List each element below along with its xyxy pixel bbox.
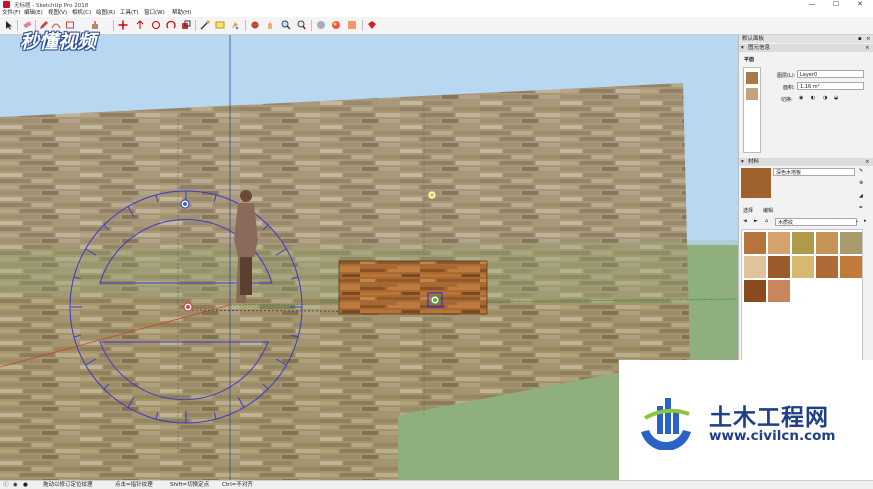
default-material-icon[interactable]: ◢	[859, 193, 863, 199]
tray-close-icon[interactable]: ×	[866, 35, 871, 43]
create-material-icon[interactable]: ⊕	[859, 180, 863, 186]
title-bar: 无标题 - SketchUp Pro 2018 — ☐ ✕	[0, 0, 873, 9]
eyedropper-icon[interactable]: ✒	[859, 205, 863, 211]
site-logo-block: 土木工程网 www.civilcn.com	[619, 360, 873, 480]
swatch[interactable]	[840, 232, 862, 254]
swatch[interactable]	[816, 232, 838, 254]
orbit-icon[interactable]	[250, 20, 260, 30]
swatch[interactable]	[792, 232, 814, 254]
entity-info-header[interactable]: ▾ 图元信息 ×	[739, 44, 873, 52]
pin-icon[interactable]: ▪	[858, 35, 862, 43]
menu-window[interactable]: 窗口(W)	[144, 9, 165, 17]
visibility-icon[interactable]: ◉	[799, 95, 803, 101]
minimize-button[interactable]: —	[800, 0, 824, 9]
material-swatch-grid	[741, 229, 863, 361]
menu-draw[interactable]: 绘图(R)	[96, 9, 115, 17]
watermark-text: 秒懂视频	[20, 31, 97, 53]
details-icon[interactable]: ▸	[864, 218, 867, 224]
zoom-icon[interactable]	[281, 20, 291, 30]
layer-select[interactable]: Layer0	[797, 70, 864, 78]
swatch[interactable]	[816, 256, 838, 278]
close-icon[interactable]: ×	[865, 44, 870, 52]
close-button[interactable]: ✕	[848, 0, 872, 9]
current-material-swatch	[741, 168, 771, 198]
followme-icon[interactable]	[166, 20, 176, 30]
sketchup-logo-icon	[3, 1, 10, 8]
close-icon[interactable]: ×	[865, 158, 870, 166]
select-icon[interactable]	[4, 20, 14, 30]
tab-edit[interactable]: 编辑	[763, 207, 773, 214]
chevron-down-icon[interactable]: ⌄	[855, 218, 859, 224]
texture-pin-yellow[interactable]	[427, 190, 437, 200]
building-logo-icon	[641, 398, 691, 450]
swatch[interactable]	[768, 256, 790, 278]
swatch[interactable]	[768, 280, 790, 302]
swatch[interactable]	[744, 280, 766, 302]
pan-icon[interactable]	[265, 20, 275, 30]
video-watermark: 秒懂视频	[20, 27, 96, 54]
materials-header[interactable]: ▾ 材料 ×	[739, 158, 873, 166]
swatch[interactable]	[768, 232, 790, 254]
text-icon[interactable]	[215, 20, 225, 30]
site-url: www.civilcn.com	[709, 428, 836, 444]
shadow-cast-icon[interactable]: ◐	[811, 95, 815, 101]
wood-box[interactable]	[338, 260, 488, 315]
area-label: 面积:	[783, 85, 795, 91]
material-preview-column	[743, 67, 761, 153]
area-field: 1.16 m²	[797, 82, 864, 90]
back-icon[interactable]: ◄	[743, 218, 747, 224]
maximize-button[interactable]: ☐	[824, 0, 848, 9]
tray-title: 默认面板	[742, 36, 765, 42]
material-name-field[interactable]: 深色木地板	[773, 168, 855, 176]
toggle-label: 切换:	[781, 97, 793, 103]
swatch[interactable]	[744, 232, 766, 254]
menu-tools[interactable]: 工具(T)	[120, 9, 139, 17]
extension-icon[interactable]	[331, 20, 341, 30]
library-select[interactable]: 木质纹	[775, 218, 857, 226]
swatch[interactable]	[840, 256, 862, 278]
paint-icon[interactable]	[230, 20, 240, 30]
home-icon[interactable]: ⌂	[765, 218, 768, 224]
sample-paint-icon[interactable]: ✎	[859, 168, 863, 174]
collapse-arrow-icon: ▾	[741, 45, 744, 51]
zoom-extents-icon[interactable]	[296, 20, 306, 30]
window-title: 无标题 - SketchUp Pro 2018	[14, 3, 89, 9]
layer-label: 图层(L):	[777, 73, 796, 79]
site-name: 土木工程网	[709, 405, 829, 431]
entity-kind: 平面	[744, 57, 755, 63]
pushpull2-icon[interactable]	[135, 20, 145, 30]
scale-icon[interactable]	[181, 20, 191, 30]
warehouse-icon[interactable]	[316, 20, 326, 30]
tray-title-bar: 默认面板 ▪ ×	[739, 35, 873, 43]
collapse-arrow-icon: ▾	[741, 159, 744, 165]
ruby-icon[interactable]	[367, 20, 377, 30]
tab-select[interactable]: 选择	[743, 207, 753, 214]
move-icon[interactable]	[118, 20, 128, 30]
shadow-receive-icon[interactable]: ◑	[823, 95, 827, 101]
menu-file[interactable]: 文件(F)	[2, 9, 20, 17]
toolbar	[0, 17, 873, 35]
swatch[interactable]	[744, 256, 766, 278]
swatch[interactable]	[792, 256, 814, 278]
menu-edit[interactable]: 编辑(E)	[24, 9, 43, 17]
tape-icon[interactable]	[200, 20, 210, 30]
lock-icon[interactable]: ◒	[834, 95, 838, 101]
rotate-icon[interactable]	[151, 20, 161, 30]
texture-pin-blue[interactable]	[180, 199, 190, 209]
menu-view[interactable]: 视图(V)	[48, 9, 67, 17]
forward-icon[interactable]: ►	[754, 218, 758, 224]
menu-help[interactable]: 帮助(H)	[172, 9, 191, 17]
texture-pin-red[interactable]	[183, 302, 193, 312]
menu-bar: 文件(F) 编辑(E) 视图(V) 相机(C) 绘图(R) 工具(T) 窗口(W…	[0, 9, 873, 17]
share-icon[interactable]	[347, 20, 357, 30]
menu-camera[interactable]: 相机(C)	[72, 9, 91, 17]
